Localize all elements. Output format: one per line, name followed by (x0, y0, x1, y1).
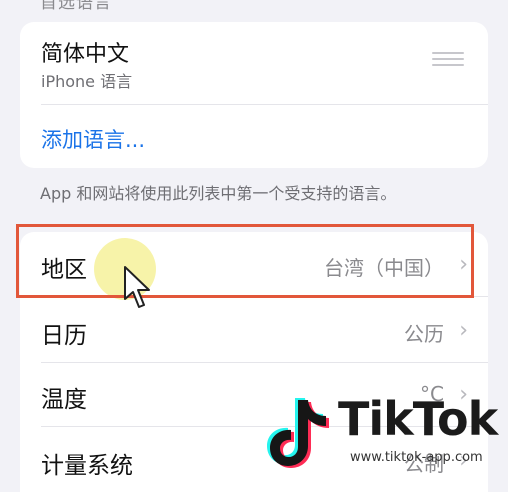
add-language-link[interactable]: 添加语言... (41, 124, 145, 154)
divider (41, 104, 488, 105)
language-item[interactable]: 简体中文 iPhone 语言 (20, 22, 488, 104)
chevron-right-icon: › (459, 252, 468, 277)
row-value: 公历 (404, 322, 444, 346)
watermark-url: www.tiktok-app.com (350, 450, 483, 465)
language-title: 简体中文 (41, 42, 130, 67)
language-subtitle: iPhone 语言 (41, 72, 133, 91)
watermark-text: TikTok (338, 392, 498, 446)
settings-row-calendar[interactable]: 日历 公历 › (20, 298, 488, 362)
row-label: 日历 (41, 323, 87, 349)
footnote: App 和网站将使用此列表中第一个受支持的语言。 (40, 184, 397, 203)
cursor-arrow-icon (124, 266, 150, 308)
tiktok-watermark: TikTok www.tiktok-app.com (260, 392, 508, 475)
divider (41, 296, 488, 297)
section-header: 首选语言 (40, 0, 112, 13)
reorder-icon[interactable] (432, 52, 464, 68)
tiktok-logo-icon (267, 398, 329, 468)
settings-row-region[interactable]: 地区 台湾（中国） › (20, 232, 488, 296)
row-value: 台湾（中国） (324, 256, 444, 280)
row-label: 温度 (41, 387, 87, 413)
chevron-right-icon: › (459, 318, 468, 343)
row-label: 地区 (41, 257, 87, 283)
language-list: 简体中文 iPhone 语言 添加语言... (20, 22, 488, 168)
